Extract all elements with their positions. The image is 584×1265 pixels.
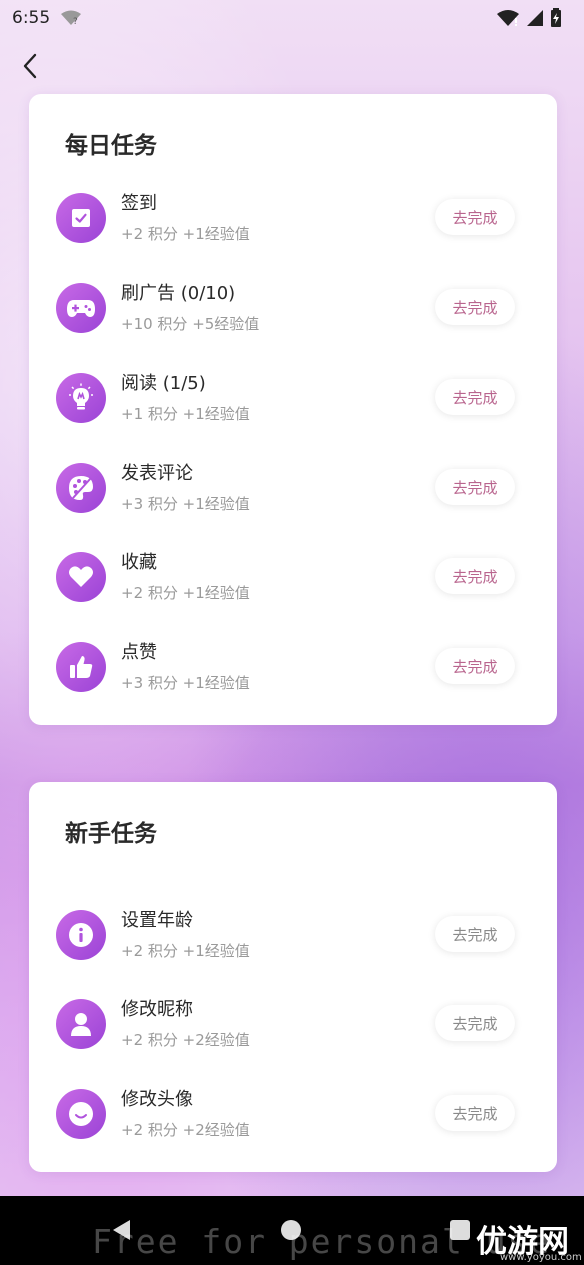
newbie-tasks-title: 新手任务 — [65, 821, 157, 847]
task-reward: +1 积分 +1经验值 — [121, 405, 250, 423]
task-reward: +2 积分 +1经验值 — [121, 225, 250, 243]
smile-icon — [56, 1089, 106, 1139]
task-reward: +3 积分 +1经验值 — [121, 495, 250, 513]
back-button[interactable] — [14, 50, 46, 82]
task-name: 设置年龄 — [121, 910, 193, 931]
task-reward: +10 积分 +5经验值 — [121, 315, 260, 333]
go-complete-button[interactable]: 去完成 — [435, 916, 515, 952]
daily-tasks-card: 每日任务 签到 +2 积分 +1经验值 去完成 刷广告 (0/10) +10 积… — [29, 94, 557, 725]
task-reward: +2 积分 +1经验值 — [121, 942, 250, 960]
task-name: 收藏 — [121, 552, 157, 573]
go-complete-button[interactable]: 去完成 — [435, 1005, 515, 1041]
gamepad-icon — [56, 283, 106, 333]
checkbox-icon — [56, 193, 106, 243]
task-name: 阅读 (1/5) — [121, 373, 206, 394]
task-name: 签到 — [121, 193, 157, 214]
go-complete-button[interactable]: 去完成 — [435, 289, 515, 325]
task-reward: +2 积分 +2经验值 — [121, 1031, 250, 1049]
task-name: 发表评论 — [121, 463, 193, 484]
task-row-sign-in: 签到 +2 积分 +1经验值 去完成 — [29, 183, 557, 253]
palette-icon — [56, 463, 106, 513]
newbie-tasks-card: 新手任务 设置年龄 +2 积分 +1经验值 去完成 修改昵称 +2 积分 +2经… — [29, 782, 557, 1172]
daily-tasks-title: 每日任务 — [65, 133, 157, 159]
task-name: 刷广告 (0/10) — [121, 283, 236, 304]
go-complete-button[interactable]: 去完成 — [435, 648, 515, 684]
task-reward: +2 积分 +2经验值 — [121, 1121, 250, 1139]
task-row-edit-nickname: 修改昵称 +2 积分 +2经验值 去完成 — [29, 989, 557, 1059]
task-row-watch-ads: 刷广告 (0/10) +10 积分 +5经验值 去完成 — [29, 273, 557, 343]
lightbulb-icon — [56, 373, 106, 423]
task-reward: +2 积分 +1经验值 — [121, 584, 250, 602]
go-complete-button[interactable]: 去完成 — [435, 1095, 515, 1131]
info-icon — [56, 910, 106, 960]
task-reward: +3 积分 +1经验值 — [121, 674, 250, 692]
thumbs-up-icon — [56, 642, 106, 692]
task-row-reading: 阅读 (1/5) +1 积分 +1经验值 去完成 — [29, 363, 557, 433]
task-row-like: 点赞 +3 积分 +1经验值 去完成 — [29, 632, 557, 702]
user-icon — [56, 999, 106, 1049]
task-row-edit-avatar: 修改头像 +2 积分 +2经验值 去完成 — [29, 1079, 557, 1149]
go-complete-button[interactable]: 去完成 — [435, 558, 515, 594]
status-time: 6:55 — [12, 8, 51, 28]
wifi-icon — [497, 10, 519, 26]
wifi-unknown-icon: ? — [61, 10, 82, 27]
go-complete-button[interactable]: 去完成 — [435, 469, 515, 505]
task-name: 修改头像 — [121, 1089, 193, 1110]
watermark-url: www.yoyou.com — [500, 1252, 582, 1263]
battery-icon — [551, 8, 561, 27]
signal-icon — [527, 10, 543, 26]
task-row-favorite: 收藏 +2 积分 +1经验值 去完成 — [29, 542, 557, 612]
task-name: 点赞 — [121, 642, 157, 663]
go-complete-button[interactable]: 去完成 — [435, 199, 515, 235]
chevron-left-icon — [23, 53, 37, 79]
heart-icon — [56, 552, 106, 602]
svg-text:?: ? — [73, 17, 78, 27]
task-row-set-age: 设置年龄 +2 积分 +1经验值 去完成 — [29, 900, 557, 970]
go-complete-button[interactable]: 去完成 — [435, 379, 515, 415]
task-row-post-comment: 发表评论 +3 积分 +1经验值 去完成 — [29, 453, 557, 523]
status-bar: 6:55 ? — [0, 0, 584, 36]
task-name: 修改昵称 — [121, 999, 193, 1020]
